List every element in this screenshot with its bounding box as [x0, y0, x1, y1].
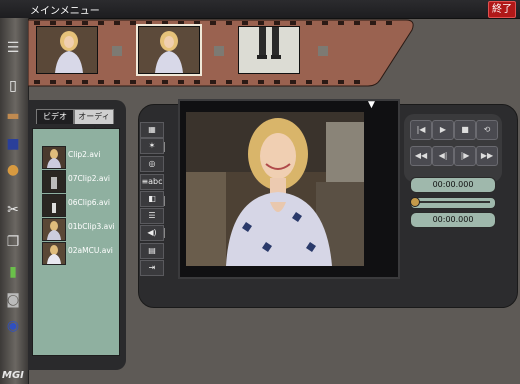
- clip-tool-icon[interactable]: ◧: [140, 191, 164, 207]
- camera-icon[interactable]: ◙: [3, 290, 23, 310]
- prev-frame-button[interactable]: ◀|: [432, 146, 454, 166]
- list-item[interactable]: Clip2.avi: [42, 146, 122, 169]
- capture-icon[interactable]: ◉: [3, 316, 23, 336]
- time-start-display: 00:00.000: [410, 177, 496, 193]
- clip-thumbnail: [42, 242, 66, 265]
- paint-icon[interactable]: ●: [3, 160, 23, 180]
- scissors-icon[interactable]: ✂: [3, 200, 23, 220]
- go-start-button[interactable]: |◀: [410, 120, 432, 140]
- monitor-dropdown-icon[interactable]: ▼: [368, 100, 375, 110]
- fast-forward-button[interactable]: ▶▶: [476, 146, 498, 166]
- list-item[interactable]: 07Clip2.avi: [42, 170, 122, 193]
- list-item[interactable]: 06Clip6.avi: [42, 194, 122, 217]
- rewind-button[interactable]: ◀◀: [410, 146, 432, 166]
- scene-tool-icon[interactable]: ▤: [140, 243, 164, 259]
- tool-indicator: [164, 228, 169, 238]
- audio-tool-icon[interactable]: ◀): [140, 225, 164, 241]
- new-file-icon[interactable]: ▯: [3, 76, 23, 96]
- clip-name: 02aMCU.avi: [68, 246, 113, 255]
- window-title: メインメニュー: [30, 6, 100, 17]
- clip-thumbnail: [42, 146, 66, 169]
- battery-icon[interactable]: ▮: [3, 262, 23, 282]
- text-tool-icon[interactable]: ≡abc: [140, 174, 164, 190]
- open-folder-icon[interactable]: ▬: [3, 106, 23, 126]
- clip-thumbnail: [42, 170, 66, 193]
- slider-track: [418, 201, 490, 203]
- tab-audio[interactable]: オーディオ: [74, 109, 114, 135]
- loop-button[interactable]: ⟲: [476, 120, 498, 140]
- output-tool-icon[interactable]: ⇥: [140, 260, 164, 276]
- play-button[interactable]: ▶: [432, 120, 454, 140]
- close-button[interactable]: 終了: [488, 1, 516, 18]
- list-item[interactable]: 02aMCU.avi: [42, 242, 122, 265]
- filmstrip-thumbnail[interactable]: [238, 26, 300, 74]
- tab-video[interactable]: ビデオ: [36, 109, 74, 124]
- copy-icon[interactable]: ❐: [3, 232, 23, 252]
- tool-indicator: [164, 196, 169, 206]
- tool-indicator: [164, 142, 169, 152]
- list-item[interactable]: 01bClip3.avi: [42, 218, 122, 241]
- effect-tool-icon[interactable]: ◎: [140, 156, 164, 172]
- transition-tool-icon[interactable]: ✶: [140, 138, 164, 154]
- clip-name: 06Clip6.avi: [68, 198, 110, 207]
- clip-name: Clip2.avi: [68, 150, 101, 159]
- time-end-display: 00:00.000: [410, 212, 496, 228]
- video-preview: [186, 112, 364, 266]
- filmstrip-thumbnail-selected[interactable]: [138, 26, 200, 74]
- save-disk-icon[interactable]: ■: [3, 134, 23, 154]
- clip-name: 01bClip3.avi: [68, 222, 115, 231]
- clip-thumbnail: [42, 218, 66, 241]
- clip-thumbnail: [42, 194, 66, 217]
- storyboard-tool-icon[interactable]: ☰: [140, 208, 164, 224]
- clip-name: 07Clip2.avi: [68, 174, 110, 183]
- film-strip: [28, 18, 416, 88]
- filmstrip-thumbnail[interactable]: [36, 26, 98, 74]
- menu-icon[interactable]: ☰: [3, 38, 23, 58]
- video-overlay-tool-icon[interactable]: ▦: [140, 122, 164, 138]
- brand-logo: MGI: [2, 370, 24, 381]
- stop-button[interactable]: ■: [454, 120, 476, 140]
- next-frame-button[interactable]: |▶: [454, 146, 476, 166]
- slider-handle[interactable]: [410, 197, 420, 207]
- position-slider[interactable]: [410, 197, 496, 209]
